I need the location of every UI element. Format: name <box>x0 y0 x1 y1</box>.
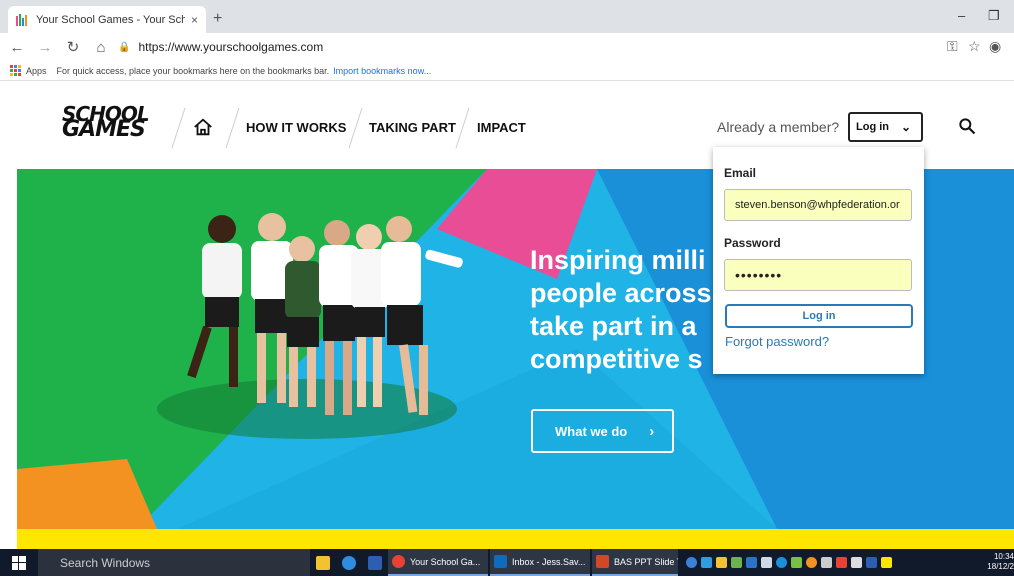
tab-title: Your School Games - Your Schoo <box>36 13 185 26</box>
nav-divider <box>348 108 363 148</box>
mail-icon[interactable] <box>716 557 727 568</box>
tray-icon[interactable] <box>881 557 892 568</box>
forward-arrow-icon[interactable]: → <box>34 39 56 56</box>
tray-icon[interactable] <box>851 557 862 568</box>
tray-icon[interactable] <box>836 557 847 568</box>
star-icon[interactable]: ☆ <box>968 38 981 55</box>
tray-icon[interactable] <box>746 557 757 568</box>
bluetooth-icon[interactable] <box>776 557 787 568</box>
chevron-right-icon: › <box>649 422 655 440</box>
nav-how-it-works[interactable]: HOW IT WORKS <box>246 120 346 135</box>
browser-tab-strip: Your School Games - Your Schoo × + – ❐ <box>0 0 1014 33</box>
school-games-logo[interactable]: SCHOOL GAMES <box>62 104 150 141</box>
volume-icon[interactable] <box>821 557 832 568</box>
bookmarks-bar: Apps For quick access, place your bookma… <box>0 61 1014 81</box>
password-field[interactable]: •••••••• <box>724 259 912 291</box>
what-we-do-button[interactable]: What we do › <box>531 409 674 453</box>
windows-taskbar: Search Windows Your School Ga... Inbox -… <box>0 549 1014 576</box>
email-label: Email <box>724 166 757 180</box>
email-field[interactable]: steven.benson@whpfederation.or <box>724 189 912 221</box>
nav-divider <box>225 108 240 148</box>
back-arrow-icon[interactable]: ← <box>6 39 28 56</box>
nav-divider <box>171 108 186 148</box>
yellow-strip <box>17 529 1014 549</box>
internet-explorer-icon[interactable] <box>336 549 362 576</box>
login-dropdown-toggle[interactable]: Log in ⌄ <box>848 112 923 142</box>
lock-icon: 🔒 <box>118 41 131 53</box>
key-icon[interactable]: ⚿ <box>947 38 958 55</box>
password-label: Password <box>724 236 781 250</box>
children-group-photo <box>157 213 463 439</box>
apps-grid-icon[interactable] <box>10 65 21 76</box>
profile-icon[interactable]: ◉ <box>989 38 1001 55</box>
word-icon[interactable] <box>362 549 388 576</box>
tray-icon[interactable] <box>761 557 772 568</box>
bookmarks-hint: For quick access, place your bookmarks h… <box>56 65 330 76</box>
nav-taking-part[interactable]: TAKING PART <box>369 120 456 135</box>
new-tab-button[interactable]: + <box>213 10 222 28</box>
tray-icon[interactable] <box>701 557 712 568</box>
home-icon[interactable]: ⌂ <box>90 39 112 56</box>
tray-icon[interactable] <box>686 557 697 568</box>
url-text: https://www.yourschoolgames.com <box>138 40 324 54</box>
chevron-down-icon: ⌄ <box>901 120 912 134</box>
login-submit-button[interactable]: Log in <box>725 304 913 328</box>
apps-link[interactable]: Apps <box>26 66 47 76</box>
taskbar-app-powerpoint[interactable]: BAS PPT Slide T... <box>592 549 678 576</box>
file-explorer-icon[interactable] <box>310 549 336 576</box>
forgot-password-link[interactable]: Forgot password? <box>725 334 829 349</box>
address-toolbar: ← → ↻ ⌂ 🔒 https://www.yourschoolgames.co… <box>0 33 1014 61</box>
home-nav-icon[interactable] <box>192 116 214 138</box>
taskbar-app-chrome[interactable]: Your School Ga... <box>388 549 488 576</box>
tab-close-icon[interactable]: × <box>191 13 198 27</box>
system-tray <box>686 557 892 568</box>
tray-icon[interactable] <box>866 557 877 568</box>
nav-divider <box>455 108 470 148</box>
address-bar[interactable]: 🔒 https://www.yourschoolgames.com <box>118 36 938 58</box>
browser-tab[interactable]: Your School Games - Your Schoo × <box>8 6 206 33</box>
taskbar-app-outlook[interactable]: Inbox - Jess.Sav... <box>490 549 590 576</box>
restore-button[interactable]: ❐ <box>988 8 1000 24</box>
nav-impact[interactable]: IMPACT <box>477 120 526 135</box>
search-icon[interactable] <box>957 116 977 136</box>
windows-logo-icon <box>12 555 26 570</box>
taskbar-clock[interactable]: 10:34 18/12/2 <box>984 552 1014 572</box>
tray-icon[interactable] <box>731 557 742 568</box>
minimize-button[interactable]: – <box>958 8 965 23</box>
site-favicon-icon <box>16 13 28 26</box>
tray-icon[interactable] <box>806 557 817 568</box>
already-member-text: Already a member? <box>717 119 840 135</box>
login-dropdown-panel: Email steven.benson@whpfederation.or Pas… <box>713 147 924 374</box>
import-bookmarks-link[interactable]: Import bookmarks now... <box>333 66 431 76</box>
windows-start-button[interactable] <box>0 549 38 576</box>
reload-icon[interactable]: ↻ <box>62 38 84 56</box>
taskbar-search-input[interactable]: Search Windows <box>38 549 310 576</box>
tray-icon[interactable] <box>791 557 802 568</box>
